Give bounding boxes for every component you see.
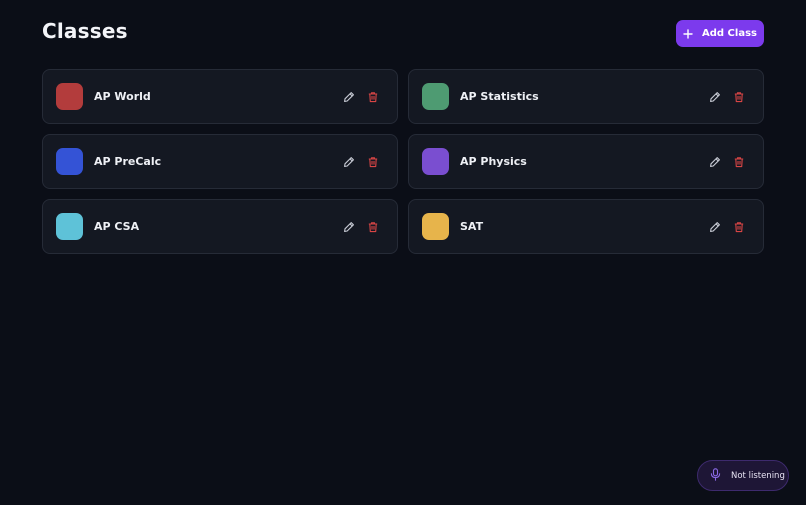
class-name: SAT [460,220,484,233]
class-name: AP CSA [94,220,140,233]
class-color-swatch [56,213,83,240]
pencil-icon[interactable] [341,89,357,105]
voice-status-label: Not listening [731,470,785,481]
pencil-icon[interactable] [707,89,723,105]
pencil-icon[interactable] [707,154,723,170]
trash-icon[interactable] [365,89,381,105]
class-card[interactable]: AP PreCalc [42,134,398,189]
add-class-button-label: Add Class [702,28,757,39]
class-name: AP Statistics [460,90,539,103]
class-color-swatch [422,213,449,240]
classes-page: Classes Add Class AP World AP Statistics [0,0,806,505]
class-card[interactable]: AP World [42,69,398,124]
class-color-swatch [56,83,83,110]
trash-icon[interactable] [365,219,381,235]
class-card[interactable]: AP CSA [42,199,398,254]
voice-status-button[interactable]: Not listening [697,460,789,491]
class-color-swatch [56,148,83,175]
class-name: AP World [94,90,151,103]
pencil-icon[interactable] [341,219,357,235]
class-color-swatch [422,148,449,175]
plus-icon [683,28,693,39]
class-grid: AP World AP Statistics AP PreCalc AP Phy… [42,69,764,254]
pencil-icon[interactable] [707,219,723,235]
class-color-swatch [422,83,449,110]
class-card[interactable]: AP Statistics [408,69,764,124]
trash-icon[interactable] [731,89,747,105]
class-card[interactable]: AP Physics [408,134,764,189]
class-name: AP Physics [460,155,527,168]
trash-icon[interactable] [365,154,381,170]
add-class-button[interactable]: Add Class [676,20,764,47]
trash-icon[interactable] [731,154,747,170]
class-card[interactable]: SAT [408,199,764,254]
microphone-icon [710,466,721,485]
trash-icon[interactable] [731,219,747,235]
page-title: Classes [42,19,128,43]
class-name: AP PreCalc [94,155,162,168]
pencil-icon[interactable] [341,154,357,170]
